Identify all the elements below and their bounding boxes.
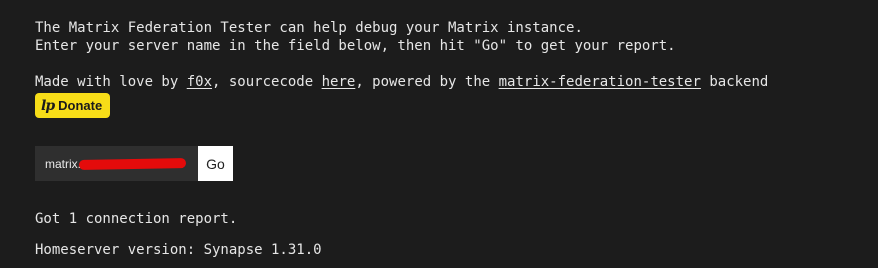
go-button[interactable]: Go: [198, 146, 233, 181]
credits-suffix: backend: [700, 74, 769, 90]
homeserver-version-text: Homeserver version: Synapse 1.31.0: [35, 242, 322, 258]
source-prefix: , sourcecode: [212, 74, 322, 90]
credits-prefix: Made with love by: [35, 74, 187, 90]
donate-button[interactable]: lp Donate: [35, 93, 111, 118]
server-input-wrapper: [35, 146, 198, 181]
intro-section: The Matrix Federation Tester can help de…: [35, 19, 865, 118]
server-form: Go: [35, 146, 233, 181]
redaction-mark: [78, 158, 187, 170]
powered-prefix: , powered by the: [355, 74, 499, 90]
intro-line-2: Enter your server name in the field belo…: [35, 38, 676, 54]
donate-label: Donate: [58, 97, 103, 113]
liberapay-icon: lp: [41, 97, 55, 114]
sourcecode-link[interactable]: here: [322, 74, 356, 90]
backend-link[interactable]: matrix-federation-tester: [499, 74, 701, 90]
connection-report-text: Got 1 connection report.: [35, 211, 238, 227]
intro-line-1: The Matrix Federation Tester can help de…: [35, 20, 583, 36]
author-link[interactable]: f0x: [187, 74, 212, 90]
credits-line: Made with love by f0x, sourcecode here, …: [35, 73, 865, 91]
